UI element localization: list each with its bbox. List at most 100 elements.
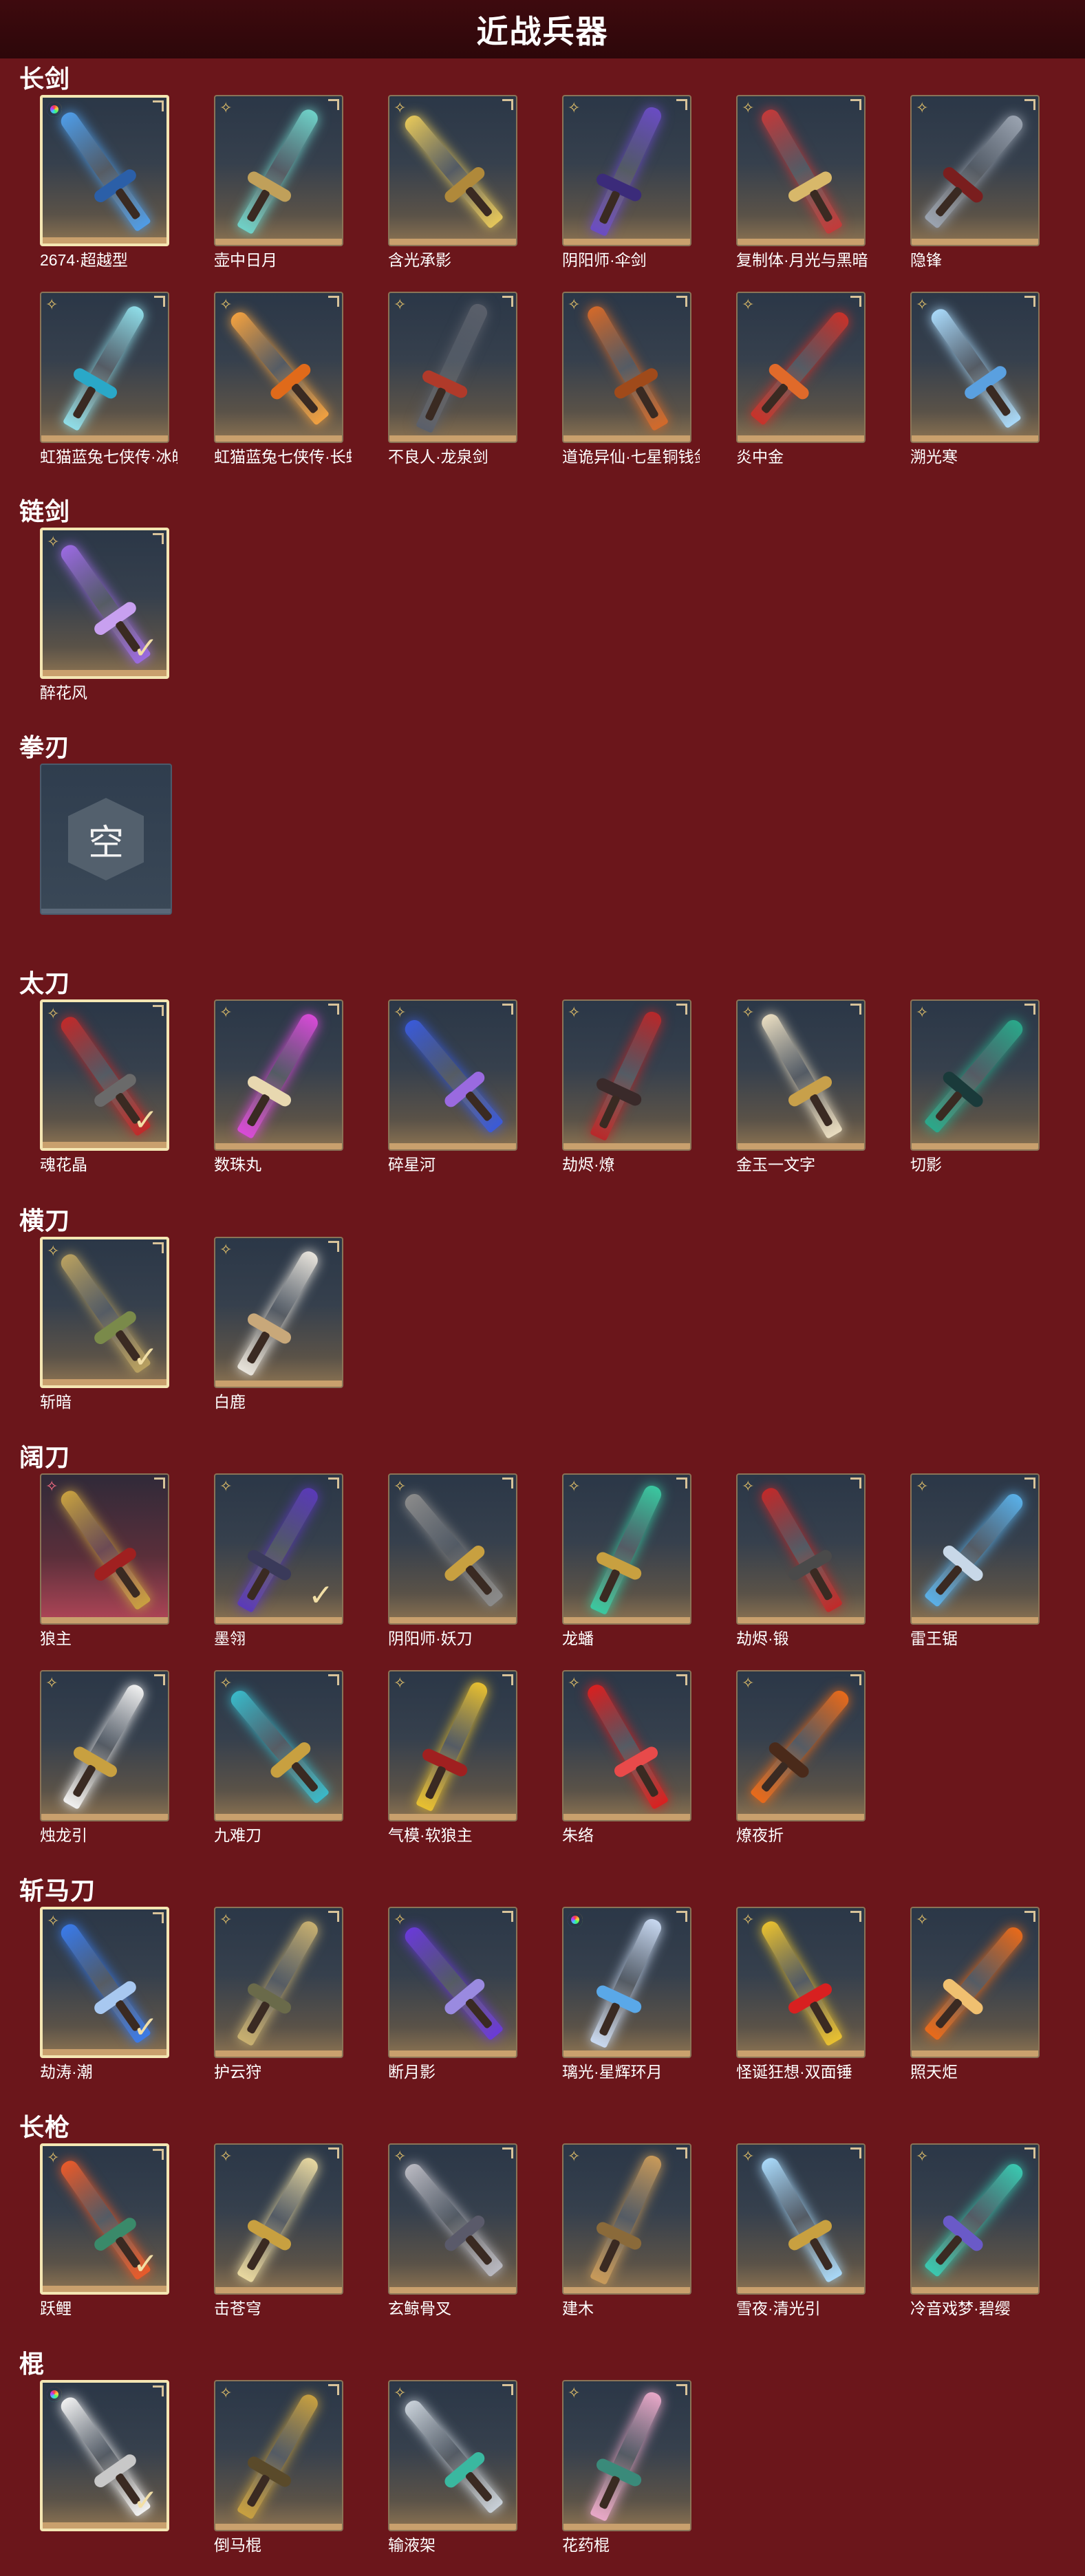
weapon-thumbnail[interactable]: ✧ [562,95,691,246]
weapon-thumbnail[interactable]: ✧ [40,1670,169,1821]
weapon-thumbnail[interactable]: ✧ [736,1670,866,1821]
weapon-card[interactable]: ✧ 朱络 [562,1670,694,1845]
thumbnail-bottom-bar [912,2050,1038,2057]
weapon-thumbnail[interactable]: ✧ [910,1473,1040,1625]
weapon-thumbnail[interactable]: ✧ [910,2143,1040,2295]
weapon-thumbnail[interactable]: ✧ [388,1907,517,2058]
weapon-card[interactable]: ✧ ✓ 墨翎 [214,1473,346,1648]
weapon-card[interactable]: ✧ 冷音戏梦·碧缨 [910,2143,1042,2318]
weapon-thumbnail[interactable]: ✧ [910,292,1040,443]
weapon-card[interactable]: ✧ 怪诞狂想·双面锤 [736,1907,868,2081]
weapon-thumbnail[interactable]: ✧ [214,1237,343,1388]
weapon-thumbnail[interactable]: ✧ ✓ [40,2143,169,2295]
weapon-card[interactable]: ✧ 虹猫蓝兔七侠传·长虹... [214,292,352,466]
weapon-card[interactable]: ✧ ✓ 斩暗 [40,1237,172,1411]
weapon-thumbnail[interactable]: ✧ [736,1907,866,2058]
weapon-thumbnail[interactable] [562,1907,691,2058]
weapon-thumbnail[interactable]: ✓ [40,2380,169,2531]
weapon-card[interactable]: ✧ 金玉一文字 [736,999,868,1174]
weapon-card[interactable]: ✧ 隐锋 [910,95,1042,270]
weapon-card[interactable]: ✧ 燎夜折 [736,1670,868,1845]
weapon-thumbnail[interactable]: ✧ [736,999,866,1151]
weapon-thumbnail[interactable]: ✧ [214,1670,343,1821]
weapon-thumbnail[interactable]: ✧ [214,2380,343,2531]
weapon-card[interactable]: ✧ 气模·软狼主 [388,1670,520,1845]
weapon-thumbnail[interactable]: ✧ [910,1907,1040,2058]
weapon-thumbnail[interactable]: ✧ [214,999,343,1151]
weapon-card[interactable]: ✧ 切影 [910,999,1042,1174]
weapon-card[interactable]: ✧ 建木 [562,2143,694,2318]
weapon-thumbnail[interactable]: ✧ ✓ [40,1237,169,1388]
weapon-card[interactable]: ✧ 护云狩 [214,1907,346,2081]
weapon-card[interactable]: ✧ ✓ 魂花晶 [40,999,172,1174]
weapon-thumbnail[interactable]: ✧ [562,999,691,1151]
weapon-name: 虹猫蓝兔七侠传·冰魄... [40,448,178,466]
weapon-card[interactable]: ✧ 溯光寒 [910,292,1042,466]
weapon-card[interactable]: ✧ 道诡异仙·七星铜钱剑 [562,292,700,466]
weapon-thumbnail[interactable]: ✧ [736,2143,866,2295]
weapon-thumbnail[interactable]: ✧ [562,2380,691,2531]
weapon-thumbnail[interactable]: ✧ [562,2143,691,2295]
weapon-card[interactable]: ✧ 照天炬 [910,1907,1042,2081]
weapon-thumbnail[interactable]: ✧ [388,292,517,443]
weapon-card[interactable]: 2674·超越型 [40,95,172,270]
weapon-card[interactable]: ✧ 劫烬·燎 [562,999,694,1174]
weapon-card[interactable]: ✧ 倒马棍 [214,2380,346,2555]
weapon-card[interactable]: ✧ 数珠丸 [214,999,346,1174]
weapon-card[interactable]: ✧ 阴阳师·伞剑 [562,95,694,270]
weapon-card[interactable]: ✧ 炎中金 [736,292,868,466]
weapon-thumbnail[interactable]: ✧ ✓ [40,528,169,679]
weapon-thumbnail[interactable]: ✧ [388,95,517,246]
weapon-thumbnail[interactable]: ✧ [388,1473,517,1625]
weapon-card[interactable]: ✧ 壶中日月 [214,95,346,270]
weapon-card[interactable]: ✧ 白鹿 [214,1237,346,1411]
weapon-thumbnail[interactable]: ✧ [910,999,1040,1151]
weapon-thumbnail[interactable]: ✧ [214,292,343,443]
weapon-card[interactable]: ✧ 九难刀 [214,1670,346,1845]
weapon-thumbnail[interactable]: ✧ [40,292,169,443]
weapon-thumbnail[interactable]: ✧ [388,2143,517,2295]
gold-star-rarity-icon: ✧ [47,2149,60,2166]
weapon-card[interactable]: ✧ 虹猫蓝兔七侠传·冰魄... [40,292,178,466]
weapon-card[interactable]: ✧ ✓ 跃鲤 [40,2143,172,2318]
weapon-card[interactable]: ✧ 花药棍 [562,2380,694,2555]
weapon-thumbnail[interactable]: ✧ [736,1473,866,1625]
weapon-card[interactable]: ✧ 烛龙引 [40,1670,172,1845]
weapon-thumbnail[interactable]: ✧ [214,2143,343,2295]
weapon-thumbnail[interactable]: ✧ [388,1670,517,1821]
weapon-card[interactable]: ✧ 龙蟠 [562,1473,694,1648]
weapon-thumbnail[interactable]: ✧ [562,292,691,443]
weapon-thumbnail[interactable]: ✧ [736,95,866,246]
empty-slot[interactable]: 空 [40,764,172,915]
weapon-thumbnail[interactable]: ✧ [910,95,1040,246]
weapon-card[interactable]: ✧ 击苍穹 [214,2143,346,2318]
weapon-thumbnail[interactable]: ✧ [388,2380,517,2531]
weapon-thumbnail[interactable]: ✧ ✓ [214,1473,343,1625]
weapon-card[interactable]: ✧ 雷王锯 [910,1473,1042,1648]
weapon-card[interactable]: ✧ 含光承影 [388,95,520,270]
weapon-card[interactable]: ✧ ✓ 醉花风 [40,528,172,702]
weapon-card[interactable]: ✧ ✓ 劫涛·潮 [40,1907,172,2081]
weapon-thumbnail[interactable]: ✧ ✓ [40,1907,169,2058]
weapon-thumbnail[interactable]: ✧ [40,1473,169,1625]
weapon-thumbnail[interactable]: ✧ [214,1907,343,2058]
weapon-card[interactable]: ✧ 玄鲸骨叉 [388,2143,520,2318]
weapon-thumbnail[interactable]: ✧ ✓ [40,999,169,1151]
weapon-card[interactable]: ✧ 劫烬·锻 [736,1473,868,1648]
weapon-card[interactable]: ✧ 断月影 [388,1907,520,2081]
weapon-thumbnail[interactable]: ✧ [562,1670,691,1821]
weapon-card[interactable]: ✓ [40,2380,172,2555]
weapon-thumbnail[interactable]: ✧ [388,999,517,1151]
weapon-card[interactable]: ✧ 阴阳师·妖刀 [388,1473,520,1648]
weapon-card[interactable]: ✧ 复制体·月光与黑暗 [736,95,868,270]
weapon-card[interactable]: ✧ 碎星河 [388,999,520,1174]
weapon-thumbnail[interactable] [40,95,169,246]
weapon-card[interactable]: ✧ 狼主 [40,1473,172,1648]
weapon-card[interactable]: ✧ 雪夜·清光引 [736,2143,868,2318]
weapon-card[interactable]: ✧ 不良人·龙泉剑 [388,292,520,466]
weapon-card[interactable]: 璃光·星辉环月 [562,1907,694,2081]
weapon-thumbnail[interactable]: ✧ [562,1473,691,1625]
weapon-thumbnail[interactable]: ✧ [736,292,866,443]
weapon-thumbnail[interactable]: ✧ [214,95,343,246]
weapon-card[interactable]: ✧ 输液架 [388,2380,520,2555]
